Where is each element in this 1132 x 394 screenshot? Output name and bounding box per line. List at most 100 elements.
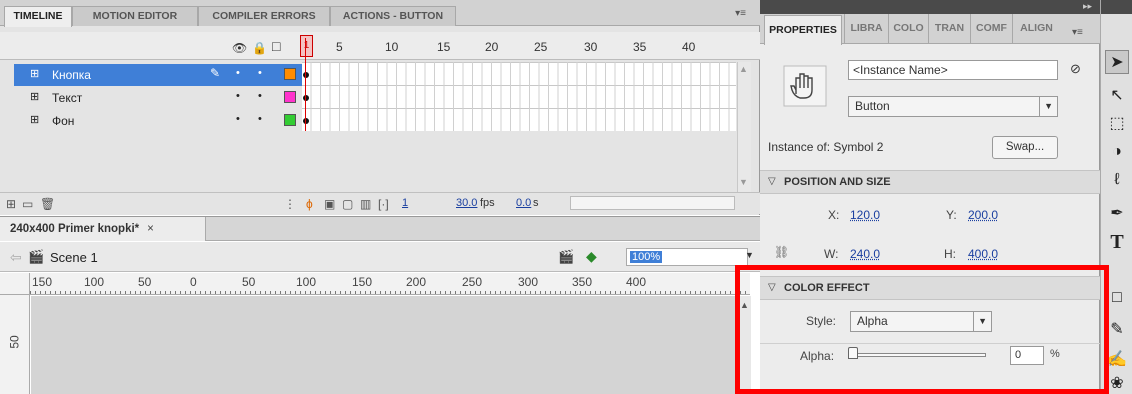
triangle-down-icon: ▽ xyxy=(768,176,776,187)
swap-button[interactable]: Swap... xyxy=(992,136,1058,159)
scroll-up-icon[interactable]: ▲ xyxy=(740,300,749,310)
horizontal-ruler[interactable]: 150 100 50 0 50 100 150 200 250 300 350 … xyxy=(30,273,750,295)
visibility-dot[interactable]: • xyxy=(236,67,240,79)
swf-history-icon[interactable]: ⊘ xyxy=(1070,61,1081,77)
tab-library[interactable]: LIBRA xyxy=(844,14,888,44)
tab-motion-editor[interactable]: MOTION EDITOR xyxy=(72,6,198,26)
current-frame-indicator[interactable]: 1 xyxy=(300,35,313,57)
color-effect-section-header[interactable]: ▽ COLOR EFFECT xyxy=(760,276,1100,300)
position-size-section-header[interactable]: ▽ POSITION AND SIZE xyxy=(760,170,1100,194)
h-value[interactable]: 400.0 xyxy=(968,247,998,261)
style-select[interactable]: Alpha ▼ xyxy=(850,311,992,332)
keyframe-marker[interactable] xyxy=(303,118,309,124)
chevron-down-icon[interactable]: ▼ xyxy=(973,312,987,331)
stage-canvas[interactable] xyxy=(31,296,737,394)
pen-tool-icon[interactable]: ✒ xyxy=(1105,202,1129,226)
brush-tool-icon[interactable]: ✍ xyxy=(1105,348,1129,372)
tab-align[interactable]: ALIGN xyxy=(1012,14,1060,44)
alpha-slider[interactable] xyxy=(848,346,986,364)
rectangle-tool-icon[interactable]: □ xyxy=(1105,286,1129,310)
button-symbol-icon xyxy=(783,65,827,107)
elapsed-time-value[interactable]: 0.0 xyxy=(516,197,531,209)
panel-menu-icon[interactable]: ▾≡ xyxy=(735,8,746,19)
playhead[interactable] xyxy=(305,38,306,131)
layer-row-knopka[interactable]: ⊞ Кнопка ✎ • • xyxy=(14,64,302,86)
onion-outlines-icon[interactable]: ▢ xyxy=(342,197,353,211)
outline-icon[interactable]: □ xyxy=(272,38,280,54)
tab-actions-button[interactable]: ACTIONS - BUTTON xyxy=(330,6,456,26)
timeline-horizontal-scrollbar[interactable] xyxy=(570,196,735,210)
delete-layer-icon[interactable]: 🗑 xyxy=(40,197,55,211)
y-value[interactable]: 200.0 xyxy=(968,208,998,222)
layer-row-tekst[interactable]: ⊞ Текст • • xyxy=(14,87,302,109)
document-tab[interactable]: 240x400 Primer knopki* × xyxy=(0,217,206,241)
fps-value[interactable]: 30.0 xyxy=(456,197,477,209)
eye-icon[interactable]: 👁 xyxy=(232,41,247,55)
lasso-tool-icon[interactable]: ℓ xyxy=(1105,168,1129,192)
visibility-dot[interactable]: • xyxy=(236,90,240,102)
chevron-down-icon[interactable]: ▼ xyxy=(745,250,754,260)
tab-timeline[interactable]: TIMELINE xyxy=(4,6,72,27)
scroll-down-icon[interactable]: ▼ xyxy=(739,177,748,187)
chevron-down-icon[interactable]: ▼ xyxy=(1039,97,1053,116)
lock-dot[interactable]: • xyxy=(258,90,262,102)
tab-transform[interactable]: TRAN xyxy=(928,14,970,44)
visibility-dot[interactable]: • xyxy=(236,113,240,125)
timeline-divider-icon[interactable]: ⋮ xyxy=(284,197,296,211)
layer-name: Текст xyxy=(52,91,83,105)
deco-tool-icon[interactable]: ❀ xyxy=(1105,372,1129,394)
lock-dot[interactable]: • xyxy=(258,113,262,125)
x-value[interactable]: 120.0 xyxy=(850,208,880,222)
lock-icon[interactable]: 🔒 xyxy=(252,41,267,55)
ruler-tick: 300 xyxy=(518,275,539,289)
link-icon[interactable]: ⛓ xyxy=(774,245,789,259)
slider-thumb[interactable] xyxy=(848,347,858,359)
selection-tool-icon[interactable]: ➤ xyxy=(1105,50,1129,74)
frame-number: 5 xyxy=(336,40,343,54)
text-tool-icon[interactable]: T xyxy=(1105,230,1129,254)
new-folder-icon[interactable]: ▭ xyxy=(22,197,33,211)
zoom-select[interactable]: 100% xyxy=(626,248,748,266)
free-transform-tool-icon[interactable]: ⬚ xyxy=(1105,112,1129,136)
keyframe-marker[interactable] xyxy=(303,72,309,78)
back-arrow-icon[interactable]: ⇦ xyxy=(10,249,22,266)
current-frame-value[interactable]: 1 xyxy=(402,197,408,209)
timeline-vertical-scrollbar[interactable]: ▲ ▼ xyxy=(737,62,751,192)
onion-skin-icon[interactable]: ▣ xyxy=(324,197,335,211)
new-layer-icon[interactable]: ⊞ xyxy=(6,197,16,211)
vertical-ruler[interactable]: 50 xyxy=(0,295,30,394)
scroll-up-icon[interactable]: ▲ xyxy=(739,64,748,74)
outline-color-swatch[interactable] xyxy=(284,91,296,103)
alpha-input[interactable]: 0 xyxy=(1010,346,1044,365)
frame-grid[interactable] xyxy=(302,62,736,131)
edit-multiple-frames-icon[interactable]: ▥ xyxy=(360,197,371,211)
modify-markers-icon[interactable]: [·] xyxy=(378,197,389,211)
panel-menu-icon[interactable]: ▾≡ xyxy=(1072,27,1083,38)
collapse-icon[interactable]: ▸▸ xyxy=(1083,1,1092,12)
close-icon[interactable]: × xyxy=(147,223,154,235)
tab-properties[interactable]: PROPERTIES xyxy=(764,15,842,45)
tab-components[interactable]: COMF xyxy=(970,14,1012,44)
timeline-panel: TIMELINE MOTION EDITOR COMPILER ERRORS A… xyxy=(0,0,760,215)
3d-rotation-tool-icon[interactable]: ◑ xyxy=(1105,140,1129,164)
slider-track[interactable] xyxy=(848,353,986,357)
lock-dot[interactable]: • xyxy=(258,67,262,79)
subselection-tool-icon[interactable]: ↖ xyxy=(1105,84,1129,108)
timeline-header: 👁 🔒 □ 1 5 10 15 20 25 30 35 40 xyxy=(0,32,760,60)
scene-label[interactable]: Scene 1 xyxy=(50,250,98,265)
outline-color-swatch[interactable] xyxy=(284,114,296,126)
layer-row-fon[interactable]: ⊞ Фон • • xyxy=(14,110,302,132)
tab-color[interactable]: COLO xyxy=(888,14,928,44)
edit-scene-icon[interactable]: 🎬 xyxy=(558,249,574,265)
instance-type-select[interactable]: Button ▼ xyxy=(848,96,1058,117)
w-value[interactable]: 240.0 xyxy=(850,247,880,261)
stage-vertical-scrollbar[interactable]: ▲ xyxy=(737,296,751,394)
center-frame-icon[interactable]: ϕ xyxy=(306,197,313,211)
pencil-tool-icon[interactable]: ✎ xyxy=(1105,318,1129,342)
keyframe-marker[interactable] xyxy=(303,95,309,101)
edit-symbols-icon[interactable]: ◆ xyxy=(586,248,597,265)
time-unit: s xyxy=(533,197,539,209)
outline-color-swatch[interactable] xyxy=(284,68,296,80)
instance-name-input[interactable]: <Instance Name> xyxy=(848,60,1058,80)
tab-compiler-errors[interactable]: COMPILER ERRORS xyxy=(198,6,330,26)
